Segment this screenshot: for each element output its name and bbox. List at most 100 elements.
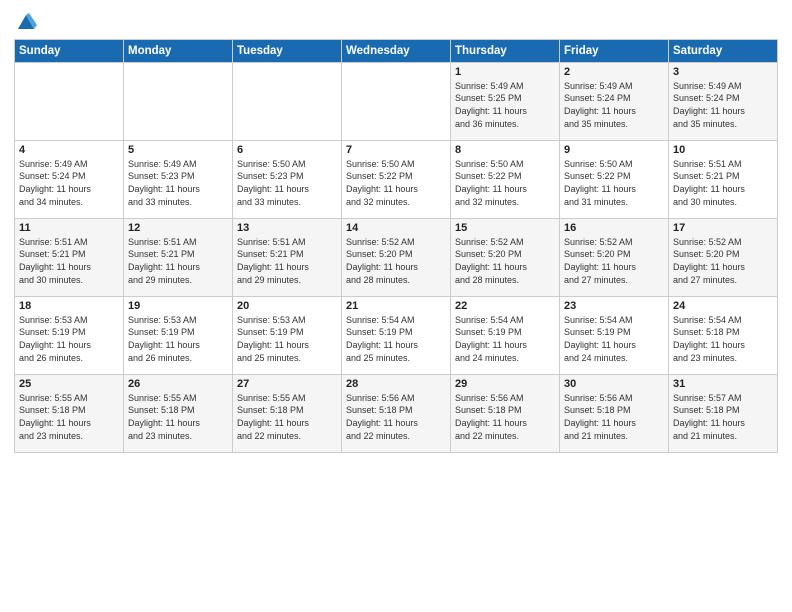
calendar-cell (233, 62, 342, 140)
day-header-thursday: Thursday (451, 39, 560, 62)
calendar-cell: 9Sunrise: 5:50 AM Sunset: 5:22 PM Daylig… (560, 140, 669, 218)
day-number: 14 (346, 222, 446, 234)
day-info: Sunrise: 5:56 AM Sunset: 5:18 PM Dayligh… (346, 393, 418, 441)
page-container: SundayMondayTuesdayWednesdayThursdayFrid… (0, 0, 792, 463)
day-number: 12 (128, 222, 228, 234)
day-info: Sunrise: 5:54 AM Sunset: 5:19 PM Dayligh… (564, 315, 636, 363)
day-number: 3 (673, 66, 773, 78)
week-row-2: 4 Sunrise: 5:49 AM Sunset: 5:24 PM Daylig… (15, 140, 778, 218)
day-number: 25 (19, 378, 119, 390)
day-header-monday: Monday (124, 39, 233, 62)
day-number: 2 (564, 66, 664, 78)
day-info: Sunrise: 5:51 AM Sunset: 5:21 PM Dayligh… (128, 237, 200, 285)
day-info: Sunrise: 5:51 AM Sunset: 5:21 PM Dayligh… (19, 237, 91, 285)
day-info: Sunrise: 5:56 AM Sunset: 5:18 PM Dayligh… (455, 393, 527, 441)
day-info: Sunrise: 5:49 AM Sunset: 5:24 PM Dayligh… (673, 81, 745, 129)
day-number: 16 (564, 222, 664, 234)
calendar-cell: 23 Sunrise: 5:54 AM Sunset: 5:19 PM Dayli… (560, 296, 669, 374)
day-info: Sunrise: 5:52 AM Sunset: 5:20 PM Dayligh… (455, 237, 527, 285)
day-info: Sunrise: 5:57 AM Sunset: 5:18 PM Dayligh… (673, 393, 745, 441)
day-number: 18 (19, 300, 119, 312)
calendar-cell: 7 Sunrise: 5:50 AM Sunset: 5:22 PM Daylig… (342, 140, 451, 218)
day-number: 28 (346, 378, 446, 390)
day-info: Sunrise: 5:55 AM Sunset: 5:18 PM Dayligh… (128, 393, 200, 441)
day-info: Sunrise: 5:55 AM Sunset: 5:18 PM Dayligh… (237, 393, 309, 441)
calendar-cell: 2 Sunrise: 5:49 AM Sunset: 5:24 PM Daylig… (560, 62, 669, 140)
day-number: 24 (673, 300, 773, 312)
day-number: 4 (19, 144, 119, 156)
calendar-cell: 11 Sunrise: 5:51 AM Sunset: 5:21 PM Dayli… (15, 218, 124, 296)
calendar-cell: 10Sunrise: 5:51 AM Sunset: 5:21 PM Dayli… (669, 140, 778, 218)
day-header-wednesday: Wednesday (342, 39, 451, 62)
day-info: Sunrise: 5:50 AM Sunset: 5:22 PM Dayligh… (346, 159, 418, 207)
day-number: 29 (455, 378, 555, 390)
week-row-4: 18 Sunrise: 5:53 AM Sunset: 5:19 PM Dayli… (15, 296, 778, 374)
day-header-sunday: Sunday (15, 39, 124, 62)
day-info: Sunrise: 5:49 AM Sunset: 5:23 PM Dayligh… (128, 159, 200, 207)
calendar-cell (15, 62, 124, 140)
week-row-3: 11 Sunrise: 5:51 AM Sunset: 5:21 PM Dayli… (15, 218, 778, 296)
calendar-cell: 25 Sunrise: 5:55 AM Sunset: 5:18 PM Dayli… (15, 374, 124, 452)
day-number: 19 (128, 300, 228, 312)
calendar-cell: 20Sunrise: 5:53 AM Sunset: 5:19 PM Dayli… (233, 296, 342, 374)
week-row-1: 1 Sunrise: 5:49 AM Sunset: 5:25 PM Daylig… (15, 62, 778, 140)
day-info: Sunrise: 5:55 AM Sunset: 5:18 PM Dayligh… (19, 393, 91, 441)
calendar-cell: 12 Sunrise: 5:51 AM Sunset: 5:21 PM Dayli… (124, 218, 233, 296)
calendar-table: SundayMondayTuesdayWednesdayThursdayFrid… (14, 39, 778, 453)
week-row-5: 25 Sunrise: 5:55 AM Sunset: 5:18 PM Dayli… (15, 374, 778, 452)
day-info: Sunrise: 5:53 AM Sunset: 5:19 PM Dayligh… (128, 315, 200, 363)
day-number: 7 (346, 144, 446, 156)
day-header-friday: Friday (560, 39, 669, 62)
day-number: 5 (128, 144, 228, 156)
day-info: Sunrise: 5:49 AM Sunset: 5:24 PM Dayligh… (19, 159, 91, 207)
day-info: Sunrise: 5:53 AM Sunset: 5:19 PM Dayligh… (19, 315, 91, 363)
calendar-cell: 22Sunrise: 5:54 AM Sunset: 5:19 PM Dayli… (451, 296, 560, 374)
calendar-cell: 4 Sunrise: 5:49 AM Sunset: 5:24 PM Daylig… (15, 140, 124, 218)
day-number: 26 (128, 378, 228, 390)
day-number: 9 (564, 144, 664, 156)
day-number: 31 (673, 378, 773, 390)
day-number: 17 (673, 222, 773, 234)
day-info: Sunrise: 5:50 AM Sunset: 5:23 PM Dayligh… (237, 159, 309, 207)
day-number: 10 (673, 144, 773, 156)
calendar-cell: 19 Sunrise: 5:53 AM Sunset: 5:19 PM Dayli… (124, 296, 233, 374)
calendar-cell: 27 Sunrise: 5:55 AM Sunset: 5:18 PM Dayli… (233, 374, 342, 452)
calendar-cell: 28 Sunrise: 5:56 AM Sunset: 5:18 PM Dayli… (342, 374, 451, 452)
day-info: Sunrise: 5:52 AM Sunset: 5:20 PM Dayligh… (346, 237, 418, 285)
day-info: Sunrise: 5:54 AM Sunset: 5:18 PM Dayligh… (673, 315, 745, 363)
day-info: Sunrise: 5:52 AM Sunset: 5:20 PM Dayligh… (564, 237, 636, 285)
day-number: 11 (19, 222, 119, 234)
calendar-cell: 13 Sunrise: 5:51 AM Sunset: 5:21 PM Dayli… (233, 218, 342, 296)
day-number: 30 (564, 378, 664, 390)
day-number: 21 (346, 300, 446, 312)
logo-icon (15, 11, 37, 33)
calendar-cell: 24 Sunrise: 5:54 AM Sunset: 5:18 PM Dayli… (669, 296, 778, 374)
day-number: 20 (237, 300, 337, 312)
day-info: Sunrise: 5:49 AM Sunset: 5:25 PM Dayligh… (455, 81, 527, 129)
calendar-cell (124, 62, 233, 140)
day-info: Sunrise: 5:50 AM Sunset: 5:22 PM Dayligh… (455, 159, 527, 207)
logo (14, 10, 37, 33)
calendar-cell: 5 Sunrise: 5:49 AM Sunset: 5:23 PM Daylig… (124, 140, 233, 218)
calendar-cell: 17 Sunrise: 5:52 AM Sunset: 5:20 PM Dayli… (669, 218, 778, 296)
day-number: 27 (237, 378, 337, 390)
calendar-cell: 16 Sunrise: 5:52 AM Sunset: 5:20 PM Dayli… (560, 218, 669, 296)
days-header-row: SundayMondayTuesdayWednesdayThursdayFrid… (15, 39, 778, 62)
calendar-cell: 18 Sunrise: 5:53 AM Sunset: 5:19 PM Dayli… (15, 296, 124, 374)
calendar-cell: 6Sunrise: 5:50 AM Sunset: 5:23 PM Daylig… (233, 140, 342, 218)
calendar-cell: 14 Sunrise: 5:52 AM Sunset: 5:20 PM Dayli… (342, 218, 451, 296)
calendar-cell: 26 Sunrise: 5:55 AM Sunset: 5:18 PM Dayli… (124, 374, 233, 452)
calendar-cell: 15Sunrise: 5:52 AM Sunset: 5:20 PM Dayli… (451, 218, 560, 296)
day-info: Sunrise: 5:52 AM Sunset: 5:20 PM Dayligh… (673, 237, 745, 285)
day-number: 8 (455, 144, 555, 156)
calendar-cell: 30 Sunrise: 5:56 AM Sunset: 5:18 PM Dayli… (560, 374, 669, 452)
calendar-cell: 3 Sunrise: 5:49 AM Sunset: 5:24 PM Daylig… (669, 62, 778, 140)
day-header-saturday: Saturday (669, 39, 778, 62)
day-info: Sunrise: 5:51 AM Sunset: 5:21 PM Dayligh… (237, 237, 309, 285)
day-number: 23 (564, 300, 664, 312)
day-number: 1 (455, 66, 555, 78)
day-info: Sunrise: 5:56 AM Sunset: 5:18 PM Dayligh… (564, 393, 636, 441)
day-number: 22 (455, 300, 555, 312)
day-info: Sunrise: 5:49 AM Sunset: 5:24 PM Dayligh… (564, 81, 636, 129)
day-number: 13 (237, 222, 337, 234)
